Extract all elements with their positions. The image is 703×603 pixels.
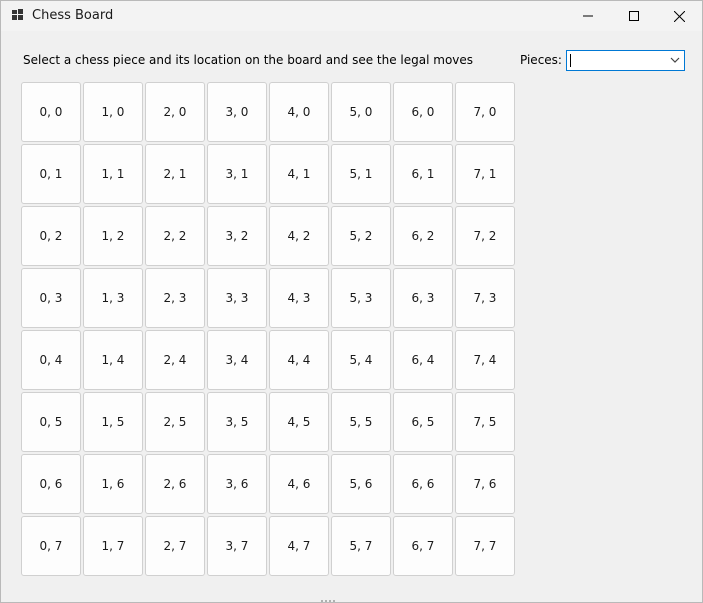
board-cell-button[interactable]: 5, 0	[331, 82, 391, 142]
board-cell-button[interactable]: 2, 4	[145, 330, 205, 390]
board-cell-button[interactable]: 4, 1	[269, 144, 329, 204]
board-cell-button[interactable]: 0, 5	[21, 392, 81, 452]
board-cell-button[interactable]: 4, 3	[269, 268, 329, 328]
board-cell-button[interactable]: 0, 7	[21, 516, 81, 576]
board-cell-button[interactable]: 6, 7	[393, 516, 453, 576]
board-cell-button[interactable]: 7, 4	[455, 330, 515, 390]
text-caret	[570, 54, 571, 67]
board-cell-button[interactable]: 4, 7	[269, 516, 329, 576]
board-cell-button[interactable]: 1, 4	[83, 330, 143, 390]
board-cell-button[interactable]: 3, 2	[207, 206, 267, 266]
board-cell-button[interactable]: 7, 0	[455, 82, 515, 142]
resize-grip[interactable]	[321, 600, 335, 602]
close-button[interactable]	[656, 1, 702, 31]
board-cell-button[interactable]: 4, 2	[269, 206, 329, 266]
board-cell-button[interactable]: 7, 3	[455, 268, 515, 328]
board-cell-button[interactable]: 2, 0	[145, 82, 205, 142]
board-cell-button[interactable]: 5, 2	[331, 206, 391, 266]
board-cell-button[interactable]: 3, 1	[207, 144, 267, 204]
board-cell-button[interactable]: 0, 1	[21, 144, 81, 204]
board-cell-button[interactable]: 2, 2	[145, 206, 205, 266]
board-cell-button[interactable]: 7, 6	[455, 454, 515, 514]
board-cell-button[interactable]: 1, 5	[83, 392, 143, 452]
board-cell-button[interactable]: 0, 4	[21, 330, 81, 390]
main-window: Chess Board Select a chess piece and its…	[0, 0, 703, 603]
board-cell-button[interactable]: 2, 7	[145, 516, 205, 576]
board-cell-button[interactable]: 1, 3	[83, 268, 143, 328]
chevron-down-icon[interactable]	[670, 56, 680, 64]
maximize-icon	[629, 11, 639, 21]
board-cell-button[interactable]: 1, 2	[83, 206, 143, 266]
board-cell-button[interactable]: 5, 6	[331, 454, 391, 514]
board-cell-button[interactable]: 3, 4	[207, 330, 267, 390]
instruction-label: Select a chess piece and its location on…	[23, 53, 474, 67]
board-cell-button[interactable]: 5, 4	[331, 330, 391, 390]
board-cell-button[interactable]: 2, 6	[145, 454, 205, 514]
title-bar[interactable]: Chess Board	[1, 1, 702, 31]
board-cell-button[interactable]: 6, 6	[393, 454, 453, 514]
board-cell-button[interactable]: 6, 3	[393, 268, 453, 328]
board-cell-button[interactable]: 4, 0	[269, 82, 329, 142]
board-cell-button[interactable]: 5, 1	[331, 144, 391, 204]
window-title: Chess Board	[32, 8, 114, 23]
minimize-button[interactable]	[565, 1, 611, 31]
window-app-icon	[12, 9, 24, 21]
board-cell-button[interactable]: 2, 3	[145, 268, 205, 328]
board-cell-button[interactable]: 6, 4	[393, 330, 453, 390]
board-cell-button[interactable]: 0, 2	[21, 206, 81, 266]
board-cell-button[interactable]: 6, 0	[393, 82, 453, 142]
pieces-dropdown[interactable]	[566, 50, 685, 71]
board-cell-button[interactable]: 2, 1	[145, 144, 205, 204]
board-cell-button[interactable]: 3, 5	[207, 392, 267, 452]
board-cell-button[interactable]: 1, 1	[83, 144, 143, 204]
board-cell-button[interactable]: 0, 0	[21, 82, 81, 142]
board-cell-button[interactable]: 4, 4	[269, 330, 329, 390]
board-cell-button[interactable]: 3, 7	[207, 516, 267, 576]
board-cell-button[interactable]: 1, 6	[83, 454, 143, 514]
board-cell-button[interactable]: 6, 2	[393, 206, 453, 266]
board-cell-button[interactable]: 4, 6	[269, 454, 329, 514]
board-cell-button[interactable]: 2, 5	[145, 392, 205, 452]
board-cell-button[interactable]: 6, 1	[393, 144, 453, 204]
board-cell-button[interactable]: 1, 0	[83, 82, 143, 142]
board-cell-button[interactable]: 0, 3	[21, 268, 81, 328]
maximize-button[interactable]	[611, 1, 657, 31]
board-cell-button[interactable]: 0, 6	[21, 454, 81, 514]
board-cell-button[interactable]: 3, 6	[207, 454, 267, 514]
board-cell-button[interactable]: 5, 5	[331, 392, 391, 452]
board-cell-button[interactable]: 5, 7	[331, 516, 391, 576]
board-cell-button[interactable]: 3, 0	[207, 82, 267, 142]
board-cell-button[interactable]: 6, 5	[393, 392, 453, 452]
board-cell-button[interactable]: 3, 3	[207, 268, 267, 328]
board-cell-button[interactable]: 7, 2	[455, 206, 515, 266]
chess-board-grid: 0, 0 1, 0 2, 0 3, 0 4, 0 5, 0 6, 0 7, 0 0, 1 1, 1…	[21, 82, 517, 578]
board-cell-button[interactable]: 7, 1	[455, 144, 515, 204]
board-cell-button[interactable]: 5, 3	[331, 268, 391, 328]
pieces-label: Pieces:	[520, 53, 562, 67]
board-cell-button[interactable]: 7, 5	[455, 392, 515, 452]
board-cell-button[interactable]: 7, 7	[455, 516, 515, 576]
minimize-icon	[583, 11, 593, 21]
board-cell-button[interactable]: 1, 7	[83, 516, 143, 576]
close-icon	[673, 10, 685, 22]
board-cell-button[interactable]: 4, 5	[269, 392, 329, 452]
